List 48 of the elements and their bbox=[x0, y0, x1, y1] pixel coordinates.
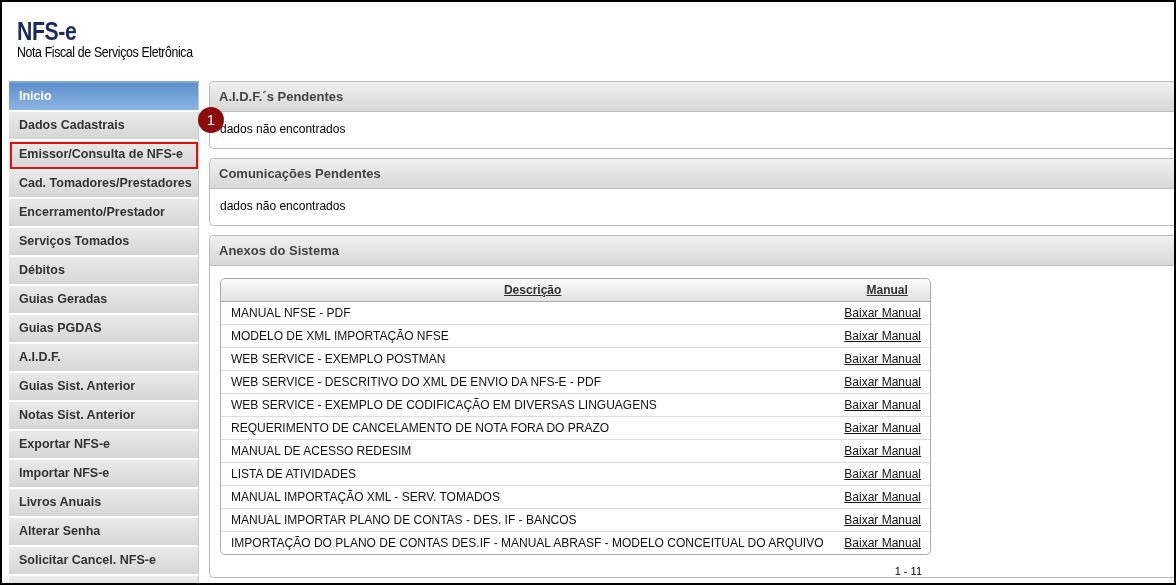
sidebar-item[interactable]: Cad. Tomadores/Prestadores bbox=[9, 170, 199, 199]
download-link[interactable]: Baixar Manual bbox=[844, 467, 921, 481]
sidebar-item[interactable]: Dados Cadastrais bbox=[9, 112, 199, 141]
column-header[interactable]: Manual bbox=[844, 279, 930, 302]
sidebar-item[interactable]: Guias Sist. Anterior bbox=[9, 373, 199, 402]
download-link[interactable]: Baixar Manual bbox=[844, 421, 921, 435]
table-cell: WEB SERVICE - EXEMPLO POSTMAN bbox=[221, 348, 845, 371]
table-cell: MANUAL IMPORTAÇÃO XML - SERV. TOMADOS bbox=[221, 486, 845, 509]
download-link[interactable]: Baixar Manual bbox=[844, 490, 921, 504]
sidebar-item[interactable]: Notas Sist. Anterior bbox=[9, 402, 199, 431]
download-link[interactable]: Baixar Manual bbox=[844, 306, 921, 320]
download-link[interactable]: Baixar Manual bbox=[844, 536, 921, 550]
logo-subtitle: Nota Fiscal de Serviços Eletrônica bbox=[17, 44, 193, 60]
table-cell: WEB SERVICE - DESCRITIVO DO XML DE ENVIO DA NFS-E - PDF bbox=[221, 371, 845, 394]
sidebar-item[interactable]: Solicitar Cancel. NFS-e bbox=[9, 547, 199, 576]
pagination-info: 1 - 11 bbox=[894, 565, 922, 577]
empty-message: dados não encontrados bbox=[220, 122, 346, 136]
empty-message: dados não encontrados bbox=[220, 199, 346, 213]
sidebar-item[interactable]: Encerramento/Prestador bbox=[9, 199, 199, 228]
sidebar-item[interactable]: Guias Geradas bbox=[9, 286, 199, 315]
sidebar-item[interactable]: Livros Anuais bbox=[9, 489, 199, 518]
column-header[interactable]: Descrição bbox=[221, 279, 845, 302]
panel-header: Comunicações Pendentes bbox=[210, 159, 1174, 189]
logo-title: NFS-e bbox=[17, 18, 77, 44]
table-cell: WEB SERVICE - EXEMPLO DE CODIFICAÇÃO EM DIVERSAS LINGUAGENS bbox=[221, 394, 845, 417]
download-link[interactable]: Baixar Manual bbox=[844, 398, 921, 412]
sidebar-item[interactable]: Exportar NFS-e bbox=[9, 431, 199, 460]
download-link[interactable]: Baixar Manual bbox=[844, 444, 921, 458]
panel-header: A.I.D.F.´s Pendentes bbox=[210, 82, 1174, 112]
table-cell: MANUAL IMPORTAR PLANO DE CONTAS - DES. IF - BANCOS bbox=[221, 509, 845, 532]
table-cell: REQUERIMENTO DE CANCELAMENTO DE NOTA FORA DO PRAZO bbox=[221, 417, 845, 440]
sidebar-item[interactable]: A.I.D.F. bbox=[9, 344, 199, 373]
panel-header: Anexos do Sistema bbox=[210, 236, 1174, 266]
table-cell: LISTA DE ATIVIDADES bbox=[221, 463, 845, 486]
sidebar-item[interactable]: Débitos bbox=[9, 257, 199, 286]
download-link[interactable]: Baixar Manual bbox=[844, 329, 921, 343]
download-link[interactable]: Baixar Manual bbox=[844, 352, 921, 366]
table-cell: MODELO DE XML IMPORTAÇÃO NFSE bbox=[221, 325, 845, 348]
download-link[interactable]: Baixar Manual bbox=[844, 375, 921, 389]
sidebar-item[interactable]: Guias PGDAS bbox=[9, 315, 199, 344]
sidebar-item[interactable]: Importar NFS-e bbox=[9, 460, 199, 489]
table-cell: MANUAL DE ACESSO REDESIM bbox=[221, 440, 845, 463]
download-link[interactable]: Baixar Manual bbox=[844, 513, 921, 527]
table-cell-text: IMPORTAÇÃO DO PLANO DE CONTAS DES.IF - MANUAL ABRASF - MODELO CONCEITUAL DO ARQUIVO bbox=[230, 535, 825, 552]
sidebar-item[interactable]: Emissor/Consulta de NFS-e bbox=[9, 141, 199, 170]
sidebar-item[interactable]: Alterar Senha bbox=[9, 518, 199, 547]
sidebar-item[interactable]: Serviços Tomados bbox=[9, 228, 199, 257]
table-cell: MANUAL NFSE - PDF bbox=[221, 302, 845, 325]
